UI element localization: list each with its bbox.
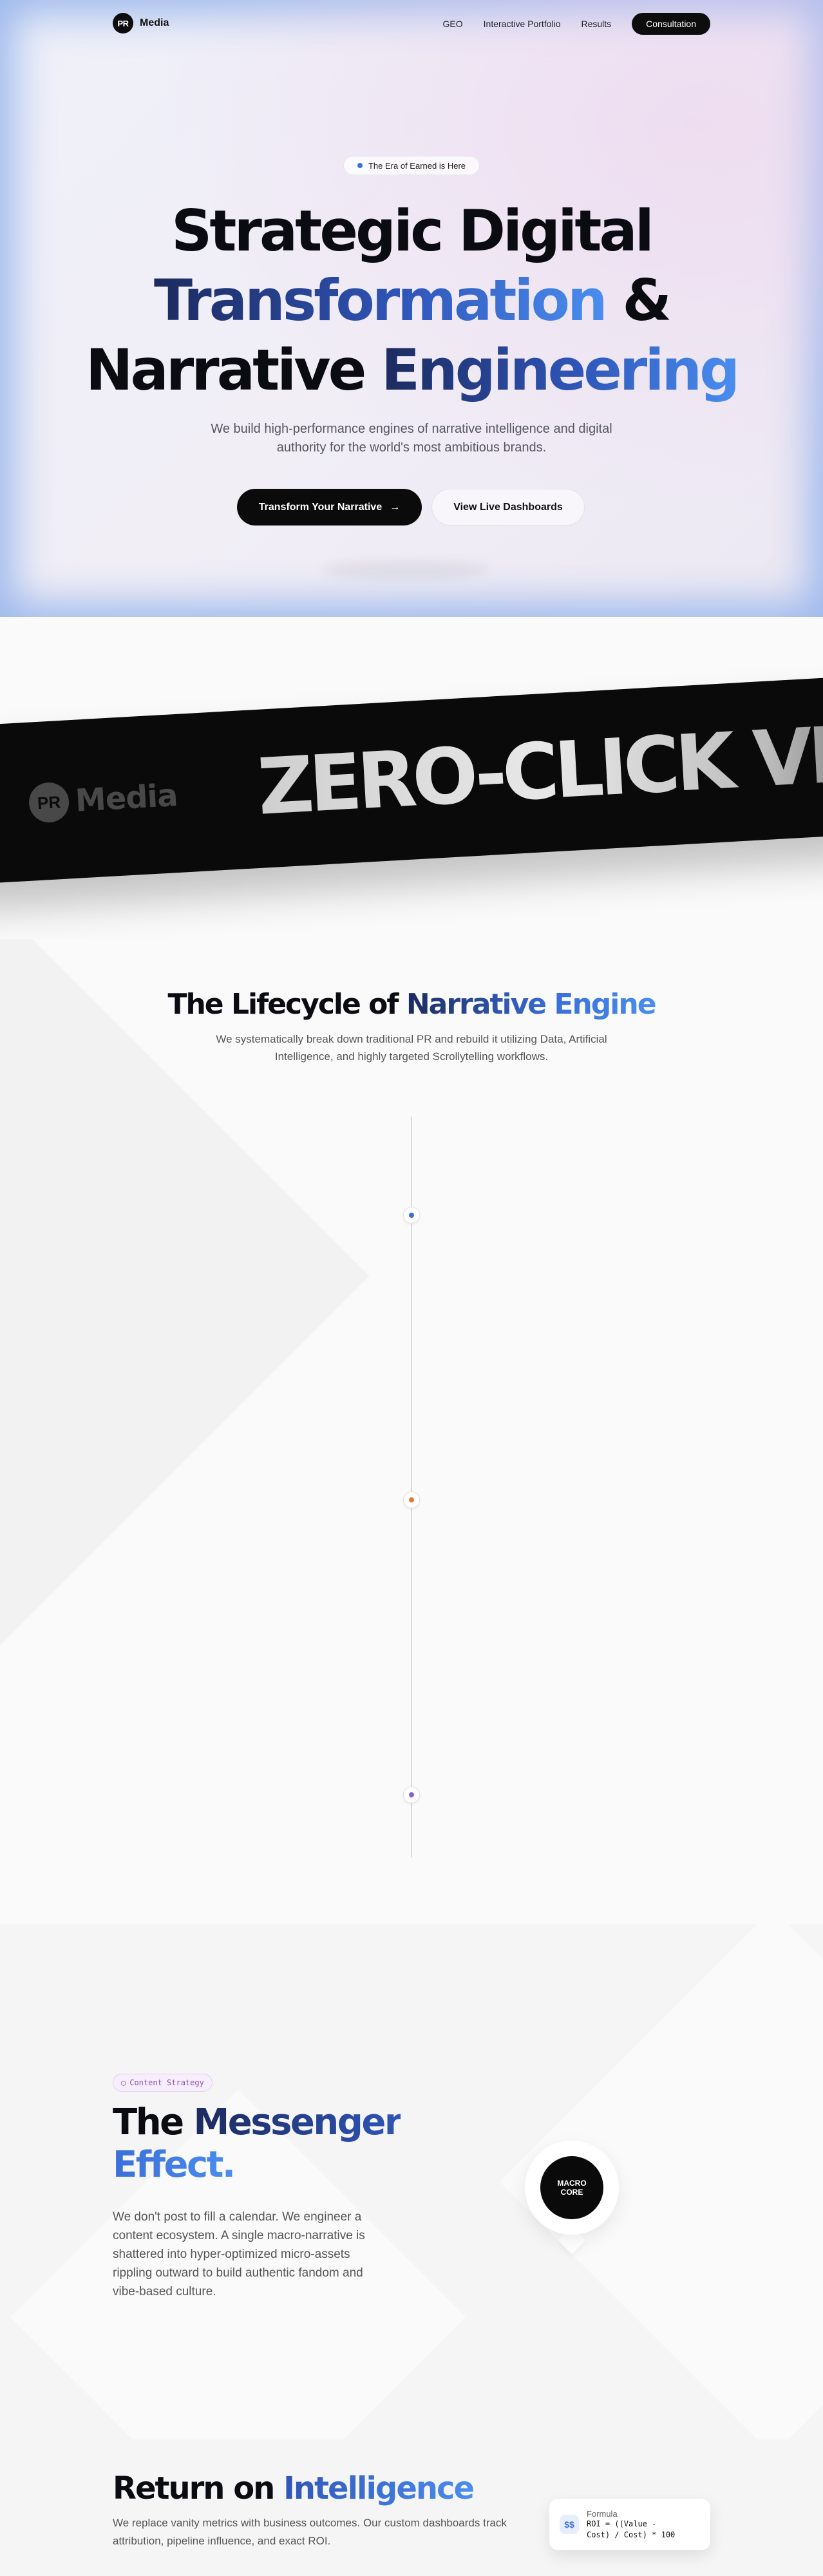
dollar-icon: $$ (560, 2515, 579, 2534)
nav-links: GEO Interactive Portfolio Results Consul… (443, 13, 710, 35)
top-nav: PR Media GEO Interactive Portfolio Resul… (113, 12, 710, 37)
band-logo-mark: PR (28, 781, 70, 824)
messenger-title-messenger: Messenger (193, 2101, 402, 2143)
roi-title-gradient: Intelligence (283, 2470, 475, 2506)
arrow-right-icon: → (390, 501, 401, 513)
band-logo: PR Media (28, 775, 178, 824)
headline-engineering: Engineering (381, 337, 740, 403)
view-dashboards-button[interactable]: View Live Dashboards (431, 489, 585, 526)
lifecycle-section: The Lifecycle of Narrative Engine We sys… (0, 939, 823, 1924)
roi-section: Return on Intelligence We replace vanity… (0, 2439, 823, 2576)
headline-narrative: Narrative (85, 337, 366, 403)
marquee-band: PR Media ZERO-CLICK VISIBI (0, 675, 823, 885)
era-badge-label: The Era of Earned is Here (368, 160, 466, 171)
brand-logo[interactable]: PR Media (113, 13, 169, 33)
roi-title-plain: Return on (113, 2470, 275, 2506)
consultation-button[interactable]: Consultation (632, 13, 710, 35)
content-strategy-tag: ◯ Content Strategy (113, 2074, 213, 2092)
nav-link-results[interactable]: Results (581, 19, 611, 29)
messenger-title: The Messenger Effect. (113, 2101, 435, 2186)
timeline-node-1[interactable] (403, 1207, 420, 1224)
logo-mark: PR (113, 13, 133, 33)
macro-core[interactable]: MACRO CORE (525, 2141, 619, 2235)
transform-narrative-button[interactable]: Transform Your Narrative → (237, 489, 422, 526)
nav-link-interactive-portfolio[interactable]: Interactive Portfolio (484, 19, 561, 29)
roi-body: We replace vanity metrics with business … (113, 2517, 507, 2547)
formula-card: $$ Formula ROI = ((Value - Cost) / Cost)… (549, 2499, 710, 2550)
roi-title: Return on Intelligence (113, 2470, 475, 2506)
formula-code: ROI = ((Value - Cost) / Cost) * 100 (587, 2519, 676, 2539)
transform-narrative-label: Transform Your Narrative (258, 501, 383, 513)
brand-name: Media (140, 17, 169, 28)
marquee-section: PR Media ZERO-CLICK VISIBI (0, 617, 823, 939)
hero-headline: Strategic Digital Transformation & Narra… (0, 196, 823, 405)
formula-text: Formula ROI = ((Value - Cost) / Cost) * … (587, 2509, 683, 2541)
hero-shadow (322, 560, 489, 580)
node-dot-icon (409, 1213, 414, 1218)
messenger-title-effect: Effect. (113, 2144, 236, 2186)
nav-link-geo[interactable]: GEO (443, 19, 463, 29)
hero-subhead: We build high-performance engines of nar… (211, 422, 612, 455)
messenger-title-the: The (113, 2101, 184, 2143)
timeline-node-2[interactable] (403, 1492, 420, 1508)
lifecycle-title: The Lifecycle of Narrative Engine (0, 988, 823, 1021)
timeline-node-3[interactable] (403, 1786, 420, 1803)
macro-core-text: MACRO CORE (557, 2179, 587, 2197)
status-dot-icon (357, 163, 363, 168)
node-dot-icon (409, 1497, 414, 1502)
lifecycle-subtitle: We systematically break down traditional… (216, 1033, 607, 1063)
headline-line-1: Strategic Digital (171, 198, 654, 264)
era-badge: The Era of Earned is Here (343, 156, 480, 175)
messenger-section: ◯ Content Strategy The Messenger Effect.… (0, 1924, 823, 2439)
node-dot-icon (409, 1792, 414, 1797)
headline-transformation: Transformation (153, 267, 608, 334)
content-strategy-label: Content Strategy (129, 2078, 204, 2087)
headline-ampersand: & (622, 267, 672, 334)
messenger-body: We don't post to fill a calendar. We eng… (113, 2210, 365, 2298)
formula-label: Formula (587, 2508, 618, 2519)
hero-section: PR Media GEO Interactive Portfolio Resul… (0, 0, 823, 617)
band-logo-name: Media (74, 777, 178, 819)
macro-core-label: MACRO CORE (540, 2156, 603, 2219)
marquee-text: ZERO-CLICK VISIBI (255, 703, 823, 833)
lifecycle-title-gradient: Narrative Engine (406, 988, 657, 1021)
timeline-line (411, 1117, 412, 1857)
chat-bubble-icon: ◯ (121, 2078, 126, 2087)
lifecycle-title-plain: The Lifecycle of (167, 988, 399, 1021)
